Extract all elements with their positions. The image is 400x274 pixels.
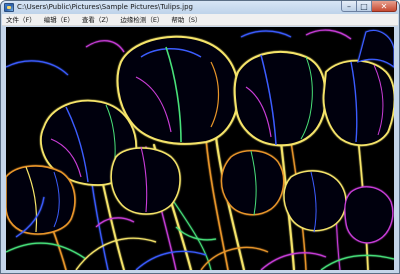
image-canvas[interactable] <box>6 27 394 270</box>
close-button[interactable]: ✕ <box>372 1 397 12</box>
window-title: C:\Users\Public\Pictures\Sample Pictures… <box>17 3 193 11</box>
caption-buttons: – □ ✕ <box>341 1 397 13</box>
menu-file[interactable]: 文件（F） <box>2 14 40 26</box>
menu-edit[interactable]: 编辑（E） <box>40 14 78 26</box>
edge-detected-tulips-image <box>6 27 394 270</box>
title-bar[interactable]: C:\Users\Public\Pictures\Sample Pictures… <box>1 1 399 14</box>
menu-bar: 文件（F） 编辑（E） 查看（Z） 边缘检测（E） 帮助（S） <box>2 14 398 26</box>
minimize-button[interactable]: – <box>341 1 357 12</box>
menu-view[interactable]: 查看（Z） <box>78 14 116 26</box>
menu-help[interactable]: 帮助（S） <box>167 14 205 26</box>
maximize-button[interactable]: □ <box>357 1 372 12</box>
picture-icon <box>4 3 14 12</box>
app-window: C:\Users\Public\Pictures\Sample Pictures… <box>0 0 400 274</box>
menu-edge-detection[interactable]: 边缘检测（E） <box>116 14 167 26</box>
